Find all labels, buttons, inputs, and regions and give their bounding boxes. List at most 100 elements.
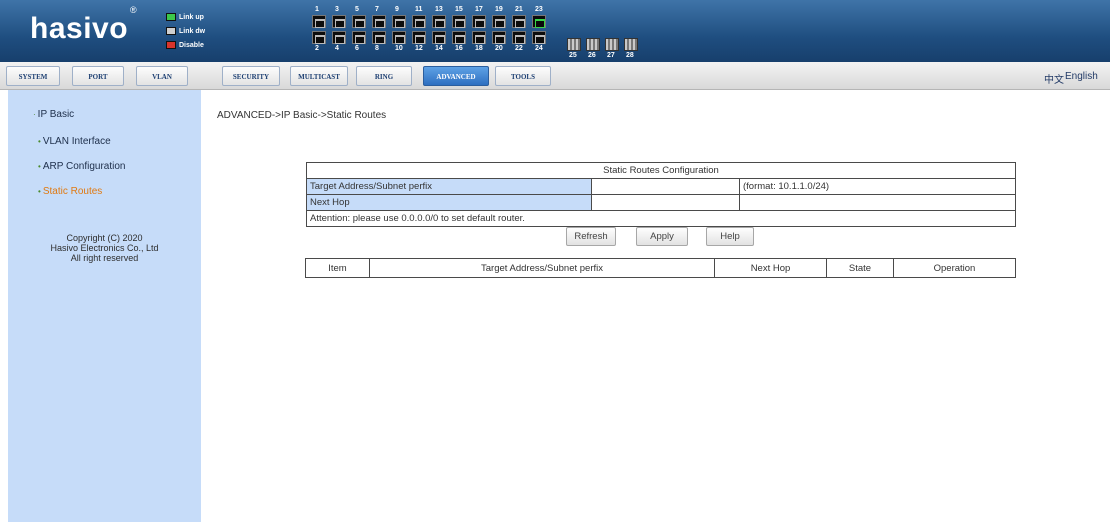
- sidebar-item-arp-configuration[interactable]: • ARP Configuration: [38, 161, 125, 172]
- attention-note: Attention: please use 0.0.0.0/0 to set d…: [306, 210, 1016, 227]
- port-number-label: 14: [435, 45, 443, 52]
- copyright: Copyright (C) 2020 Hasivo Electronics Co…: [8, 233, 201, 263]
- nav-ring[interactable]: RING: [356, 66, 412, 86]
- apply-button[interactable]: Apply: [636, 227, 688, 246]
- column-target-address: Target Address/Subnet perfix: [369, 258, 715, 278]
- config-title: Static Routes Configuration: [306, 162, 1016, 179]
- sidebar-item-label: ARP Configuration: [42, 161, 126, 172]
- refresh-button[interactable]: Refresh: [566, 227, 616, 246]
- nav-tools[interactable]: TOOLS: [495, 66, 551, 86]
- copyright-line: All right reserved: [70, 253, 139, 263]
- column-item: Item: [305, 258, 370, 278]
- port-number-label: 28: [626, 52, 634, 59]
- bullet-icon: •: [38, 137, 41, 146]
- copyright-line: Hasivo Electronics Co., Ltd: [50, 243, 159, 253]
- port-24-icon[interactable]: [532, 31, 546, 44]
- port-number-label: 4: [335, 45, 339, 52]
- port-number-label: 2: [315, 45, 319, 52]
- port-17-icon[interactable]: [472, 15, 486, 28]
- port-number-label: 11: [415, 6, 423, 13]
- nav-security[interactable]: SECURITY: [222, 66, 280, 86]
- sidebar-item-label: VLAN Interface: [42, 136, 111, 147]
- table-header-row: Item Target Address/Subnet perfix Next H…: [305, 258, 1016, 278]
- port-16-icon[interactable]: [452, 31, 466, 44]
- next-hop-spacer: [739, 194, 1016, 211]
- port-3-icon[interactable]: [332, 15, 346, 28]
- port-number-label: 10: [395, 45, 403, 52]
- sfp-port-28-icon[interactable]: [624, 38, 638, 51]
- port-number-label: 7: [375, 6, 379, 13]
- sidebar-group-ip-basic[interactable]: · IP Basic: [33, 109, 74, 120]
- port-12-icon[interactable]: [412, 31, 426, 44]
- port-6-icon[interactable]: [352, 31, 366, 44]
- port-number-label: 20: [495, 45, 503, 52]
- port-21-icon[interactable]: [512, 15, 526, 28]
- port-20-icon[interactable]: [492, 31, 506, 44]
- copyright-line: Copyright (C) 2020: [66, 233, 143, 243]
- nav-system[interactable]: SYSTEM: [6, 66, 60, 86]
- port-number-label: 16: [455, 45, 463, 52]
- help-button[interactable]: Help: [706, 227, 754, 246]
- lang-chinese-link[interactable]: 中文: [1044, 71, 1064, 86]
- static-routes-config-table: Static Routes Configuration Target Addre…: [306, 162, 1016, 227]
- port-5-icon[interactable]: [352, 15, 366, 28]
- port-7-icon[interactable]: [372, 15, 386, 28]
- brand-name: hasivo: [30, 12, 129, 45]
- sfp-port-26-icon[interactable]: [586, 38, 600, 51]
- port-number-label: 12: [415, 45, 423, 52]
- registered-mark: ®: [130, 5, 138, 15]
- sidebar-group-label: IP Basic: [37, 109, 75, 120]
- port-2-icon[interactable]: [312, 31, 326, 44]
- legend-disable: Disable: [166, 39, 205, 51]
- nav-port[interactable]: PORT: [72, 66, 124, 86]
- port-number-label: 15: [455, 6, 463, 13]
- port-4-icon[interactable]: [332, 31, 346, 44]
- nav-multicast[interactable]: MULTICAST: [290, 66, 348, 86]
- port-10-icon[interactable]: [392, 31, 406, 44]
- sidebar: · IP Basic • VLAN Interface • ARP Configura…: [8, 90, 201, 522]
- legend-label: Disable: [179, 41, 204, 49]
- target-address-input[interactable]: [591, 178, 740, 195]
- column-next-hop: Next Hop: [714, 258, 827, 278]
- port-15-icon[interactable]: [452, 15, 466, 28]
- nav-advanced[interactable]: ADVANCED: [423, 66, 489, 86]
- sfp-port-27-icon[interactable]: [605, 38, 619, 51]
- port-13-icon[interactable]: [432, 15, 446, 28]
- static-routes-table: Item Target Address/Subnet perfix Next H…: [305, 258, 1016, 278]
- port-number-label: 3: [335, 6, 339, 13]
- port-19-icon[interactable]: [492, 15, 506, 28]
- port-number-label: 8: [375, 45, 379, 52]
- port-14-icon[interactable]: [432, 31, 446, 44]
- port-number-label: 24: [535, 45, 543, 52]
- port-11-icon[interactable]: [412, 15, 426, 28]
- bullet-icon: •: [38, 162, 41, 171]
- port-number-label: 26: [588, 52, 596, 59]
- port-23-icon[interactable]: [532, 15, 546, 28]
- port-number-label: 9: [395, 6, 399, 13]
- target-address-label: Target Address/Subnet perfix: [306, 178, 592, 195]
- lang-english-link[interactable]: English: [1065, 71, 1098, 82]
- port-9-icon[interactable]: [392, 15, 406, 28]
- next-hop-label: Next Hop: [306, 194, 592, 211]
- column-state: State: [826, 258, 894, 278]
- port-number-label: 23: [535, 6, 543, 13]
- next-hop-input[interactable]: [591, 194, 740, 211]
- legend-link-down: Link dw: [166, 25, 205, 37]
- sfp-port-25-icon[interactable]: [567, 38, 581, 51]
- port-number-label: 27: [607, 52, 615, 59]
- header-banner: hasivo® Link up Link dw Disable 12345678…: [0, 0, 1110, 62]
- main-nav: SYSTEM PORT VLAN SECURITY MULTICAST RING…: [0, 62, 1110, 90]
- port-8-icon[interactable]: [372, 31, 386, 44]
- port-1-icon[interactable]: [312, 15, 326, 28]
- port-number-label: 25: [569, 52, 577, 59]
- port-18-icon[interactable]: [472, 31, 486, 44]
- nav-vlan[interactable]: VLAN: [136, 66, 188, 86]
- port-legend: Link up Link dw Disable: [166, 11, 205, 53]
- sidebar-item-label: Static Routes: [42, 186, 103, 197]
- port-number-label: 5: [355, 6, 359, 13]
- port-number-label: 21: [515, 6, 523, 13]
- sidebar-item-vlan-interface[interactable]: • VLAN Interface: [38, 136, 111, 147]
- disable-swatch-icon: [166, 41, 176, 49]
- port-22-icon[interactable]: [512, 31, 526, 44]
- sidebar-item-static-routes[interactable]: • Static Routes: [38, 186, 102, 197]
